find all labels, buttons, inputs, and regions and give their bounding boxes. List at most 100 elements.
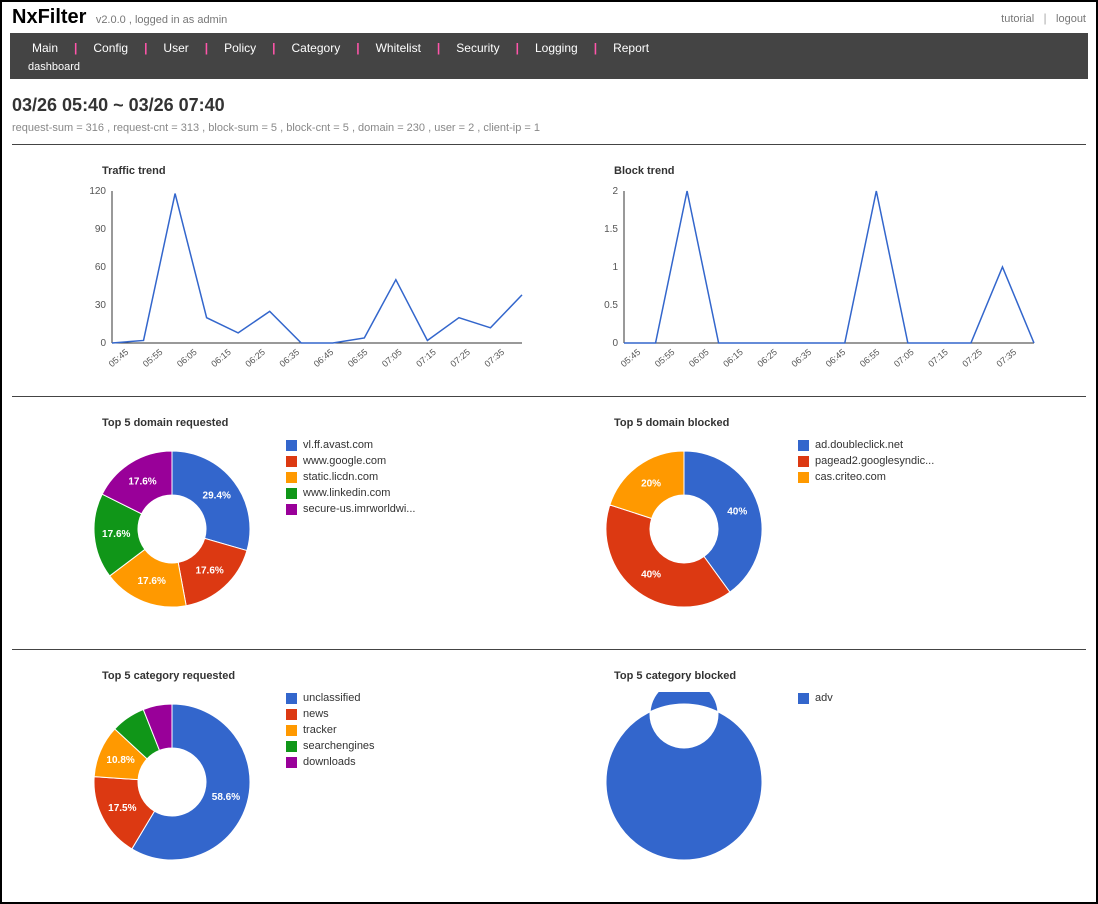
svg-text:06:45: 06:45: [312, 347, 336, 369]
nav-item-whitelist[interactable]: Whitelist: [372, 39, 425, 57]
pie-domain-blocked: 40% 40% 20%: [584, 439, 784, 619]
svg-text:06:25: 06:25: [243, 347, 267, 369]
svg-text:1: 1: [612, 262, 618, 273]
pie-cat-blocked: [584, 692, 784, 872]
nav-item-report[interactable]: Report: [609, 39, 653, 57]
tutorial-link[interactable]: tutorial: [1001, 13, 1034, 25]
nav-separator: |: [68, 41, 83, 55]
svg-text:05:55: 05:55: [653, 347, 677, 369]
svg-text:06:55: 06:55: [346, 347, 370, 369]
nav-separator: |: [266, 41, 281, 55]
svg-text:90: 90: [95, 224, 107, 235]
traffic-trend-chart: 0 30 60 90 120 05:45 05:55 06:05 06:15 06:25 06:35…: [72, 183, 532, 383]
date-range: 03/26 05:40 ~ 03/26 07:40: [12, 95, 1086, 116]
svg-text:06:35: 06:35: [278, 347, 302, 369]
brand-logo: NxFilter: [12, 6, 86, 28]
legend-item: adv: [798, 692, 833, 704]
legend-item: pagead2.googlesyndic...: [798, 455, 934, 467]
svg-text:29.4%: 29.4%: [203, 490, 231, 501]
nav-separator: |: [350, 41, 365, 55]
nav-item-category[interactable]: Category: [288, 39, 345, 57]
legend-domain-blocked: ad.doubleclick.net pagead2.googlesyndic..…: [798, 439, 934, 487]
svg-text:10.8%: 10.8%: [106, 755, 134, 766]
legend-item: unclassified: [286, 692, 375, 704]
nav-item-config[interactable]: Config: [89, 39, 132, 57]
svg-text:120: 120: [89, 186, 106, 197]
pie-cat-requested: 58.6% 17.5% 10.8%: [72, 692, 272, 872]
svg-text:20%: 20%: [641, 479, 661, 490]
svg-text:06:05: 06:05: [175, 347, 199, 369]
svg-text:06:05: 06:05: [687, 347, 711, 369]
nav-separator: |: [431, 41, 446, 55]
legend-domain-requested: vl.ff.avast.com www.google.com static.licd…: [286, 439, 415, 519]
svg-text:0: 0: [612, 338, 618, 349]
pie-title-domain-blocked: Top 5 domain blocked: [614, 417, 1066, 429]
svg-text:07:35: 07:35: [995, 347, 1019, 369]
nav-separator: |: [588, 41, 603, 55]
legend-item: downloads: [286, 756, 375, 768]
svg-text:07:05: 07:05: [892, 347, 916, 369]
pie-title-cat-requested: Top 5 category requested: [102, 670, 554, 682]
block-trend-chart: 0 0.5 1 1.5 2 05:45 05:55 06:05 06:15 06:25 06:35 0…: [584, 183, 1044, 383]
svg-text:40%: 40%: [641, 569, 661, 580]
pie-title-domain-requested: Top 5 domain requested: [102, 417, 554, 429]
nav-item-main[interactable]: Main: [28, 39, 62, 57]
legend-item: static.licdn.com: [286, 471, 415, 483]
svg-text:05:55: 05:55: [141, 347, 165, 369]
subnav-dashboard[interactable]: dashboard: [28, 61, 1070, 73]
pie-domain-requested: 29.4% 17.6% 17.6% 17.6% 17.6%: [72, 439, 272, 619]
legend-item: www.linkedin.com: [286, 487, 415, 499]
legend-item: tracker: [286, 724, 375, 736]
legend-cat-requested: unclassifiednewstrackersearchenginesdown…: [286, 692, 375, 772]
svg-text:07:25: 07:25: [960, 347, 984, 369]
legend-item: searchengines: [286, 740, 375, 752]
svg-text:06:45: 06:45: [824, 347, 848, 369]
traffic-trend-title: Traffic trend: [102, 165, 554, 177]
brand-sub: v2.0.0 , logged in as admin: [96, 14, 227, 26]
nav-item-security[interactable]: Security: [452, 39, 503, 57]
svg-text:0.5: 0.5: [604, 300, 618, 311]
svg-text:07:25: 07:25: [448, 347, 472, 369]
svg-text:06:35: 06:35: [790, 347, 814, 369]
summary-stats: request-sum = 316 , request-cnt = 313 , …: [12, 122, 1086, 134]
nav-item-user[interactable]: User: [159, 39, 192, 57]
svg-text:17.5%: 17.5%: [108, 803, 136, 814]
legend-item: cas.criteo.com: [798, 471, 934, 483]
svg-text:06:15: 06:15: [721, 347, 745, 369]
legend-item: ad.doubleclick.net: [798, 439, 934, 451]
legend-item: www.google.com: [286, 455, 415, 467]
nav-separator: |: [138, 41, 153, 55]
block-trend-title: Block trend: [614, 165, 1066, 177]
svg-text:05:45: 05:45: [619, 347, 643, 369]
svg-text:0: 0: [100, 338, 106, 349]
legend-item: secure-us.imrworldwi...: [286, 503, 415, 515]
svg-text:07:35: 07:35: [483, 347, 507, 369]
svg-text:30: 30: [95, 300, 107, 311]
svg-text:06:15: 06:15: [209, 347, 233, 369]
svg-text:06:25: 06:25: [755, 347, 779, 369]
nav-item-policy[interactable]: Policy: [220, 39, 260, 57]
nav-item-logging[interactable]: Logging: [531, 39, 582, 57]
logout-link[interactable]: logout: [1056, 13, 1086, 25]
svg-text:60: 60: [95, 262, 107, 273]
svg-text:1.5: 1.5: [604, 224, 618, 235]
legend-item: vl.ff.avast.com: [286, 439, 415, 451]
svg-text:17.6%: 17.6%: [195, 565, 223, 576]
divider: [12, 649, 1086, 650]
svg-text:40%: 40%: [727, 507, 747, 518]
svg-text:2: 2: [612, 186, 618, 197]
nav-separator: |: [510, 41, 525, 55]
svg-text:17.6%: 17.6%: [137, 576, 165, 587]
svg-text:07:05: 07:05: [380, 347, 404, 369]
divider: [12, 396, 1086, 397]
main-nav: Main | Config | User | Policy | Category | Whiteli…: [10, 33, 1088, 79]
svg-text:07:15: 07:15: [414, 347, 438, 369]
svg-text:06:55: 06:55: [858, 347, 882, 369]
svg-text:17.6%: 17.6%: [128, 476, 156, 487]
legend-cat-blocked: adv: [798, 692, 833, 708]
svg-text:17.6%: 17.6%: [102, 529, 130, 540]
svg-text:05:45: 05:45: [107, 347, 131, 369]
divider: [12, 144, 1086, 145]
pie-title-cat-blocked: Top 5 category blocked: [614, 670, 1066, 682]
svg-text:58.6%: 58.6%: [212, 792, 240, 803]
